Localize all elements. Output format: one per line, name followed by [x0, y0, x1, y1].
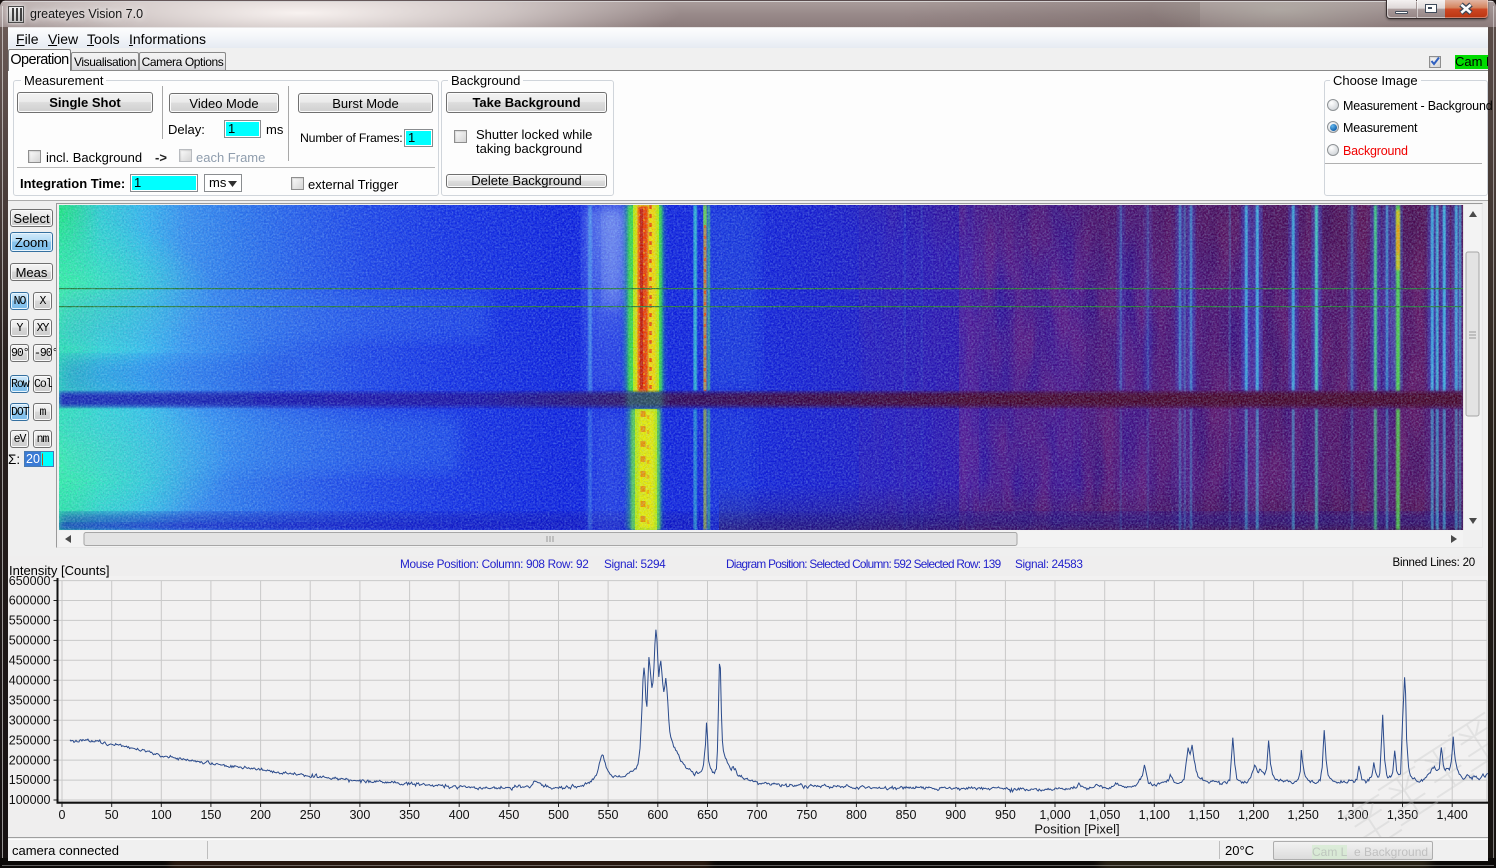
- svg-text:1,350: 1,350: [1387, 808, 1418, 822]
- svg-text:350: 350: [399, 808, 420, 822]
- svg-text:600: 600: [647, 808, 668, 822]
- svg-text:100000: 100000: [9, 793, 51, 807]
- svg-text:350000: 350000: [9, 693, 51, 707]
- svg-text:600000: 600000: [9, 594, 51, 608]
- svg-text:300: 300: [349, 808, 370, 822]
- svg-text:250: 250: [300, 808, 321, 822]
- svg-text:Position [Pixel]: Position [Pixel]: [1034, 822, 1119, 837]
- svg-text:550: 550: [598, 808, 619, 822]
- svg-text:950: 950: [995, 808, 1016, 822]
- svg-text:50: 50: [105, 808, 119, 822]
- svg-text:1,400: 1,400: [1437, 808, 1468, 822]
- svg-text:500: 500: [548, 808, 569, 822]
- svg-text:100: 100: [151, 808, 172, 822]
- svg-text:150: 150: [200, 808, 221, 822]
- svg-text:850: 850: [896, 808, 917, 822]
- svg-text:1,000: 1,000: [1039, 808, 1070, 822]
- svg-text:400000: 400000: [9, 674, 51, 688]
- svg-text:750: 750: [796, 808, 817, 822]
- svg-text:550000: 550000: [9, 614, 51, 628]
- svg-text:1,200: 1,200: [1238, 808, 1269, 822]
- svg-text:700: 700: [747, 808, 768, 822]
- svg-text:450000: 450000: [9, 654, 51, 668]
- svg-text:200: 200: [250, 808, 271, 822]
- svg-text:0: 0: [59, 808, 66, 822]
- svg-text:650: 650: [697, 808, 718, 822]
- svg-text:200000: 200000: [9, 753, 51, 767]
- svg-text:1,050: 1,050: [1089, 808, 1120, 822]
- svg-text:400: 400: [449, 808, 470, 822]
- svg-text:1,150: 1,150: [1188, 808, 1219, 822]
- svg-text:1,250: 1,250: [1288, 808, 1319, 822]
- svg-text:1,100: 1,100: [1139, 808, 1170, 822]
- svg-text:500000: 500000: [9, 634, 51, 648]
- svg-text:900: 900: [945, 808, 966, 822]
- svg-text:300000: 300000: [9, 713, 51, 727]
- svg-text:450: 450: [498, 808, 519, 822]
- svg-text:800: 800: [846, 808, 867, 822]
- svg-text:250000: 250000: [9, 733, 51, 747]
- svg-text:150000: 150000: [9, 773, 51, 787]
